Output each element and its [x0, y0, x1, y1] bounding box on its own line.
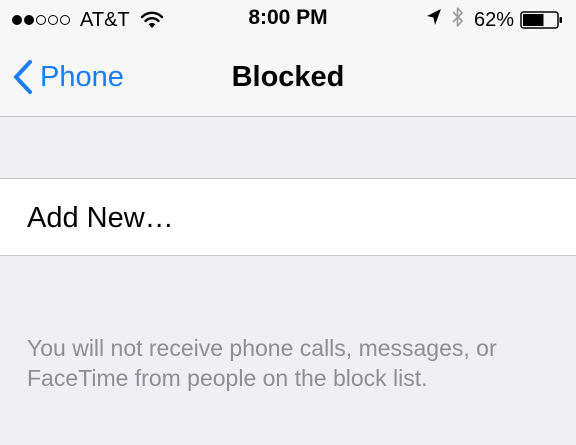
- section-spacer: [0, 117, 576, 178]
- location-icon: [426, 8, 442, 32]
- page-title: Blocked: [231, 61, 345, 93]
- add-new-label: Add New…: [27, 202, 174, 234]
- add-new-cell[interactable]: Add New…: [0, 178, 576, 256]
- block-list-footer-note: You will not receive phone calls, messag…: [27, 335, 497, 391]
- status-right: 62%: [426, 6, 564, 34]
- top-bar: AT&T 8:00 PM 62% Phone Blocked: [0, 0, 576, 117]
- battery-percent: 62%: [473, 8, 514, 31]
- battery-icon: [520, 10, 564, 30]
- status-bar: AT&T 8:00 PM 62%: [0, 0, 576, 40]
- navigation-bar: Phone Blocked: [0, 40, 576, 116]
- bluetooth-icon: [452, 6, 464, 34]
